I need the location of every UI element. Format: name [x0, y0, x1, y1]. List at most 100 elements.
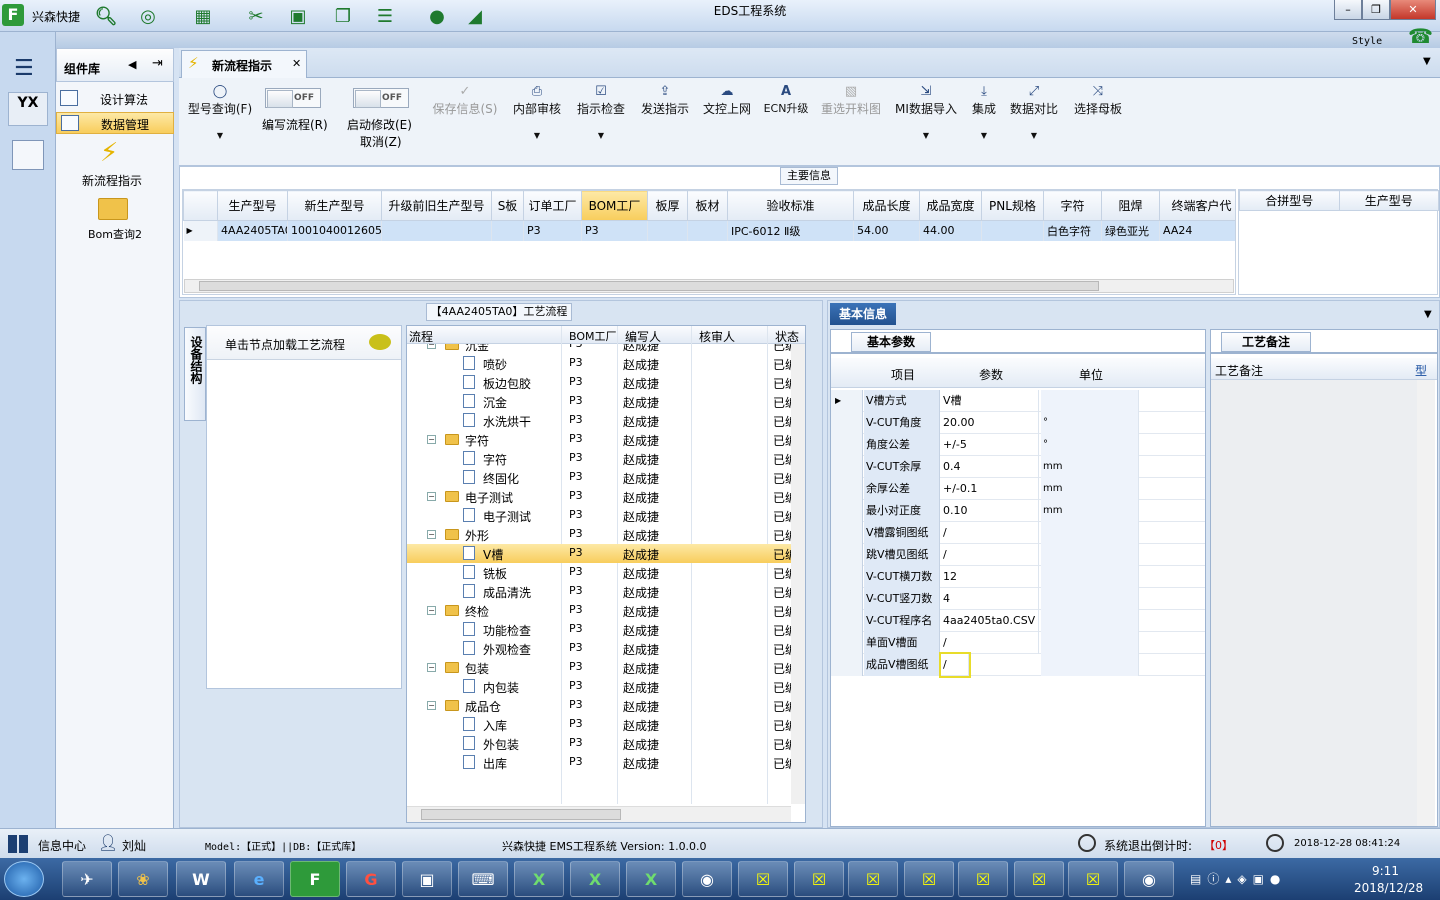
param-row[interactable]: 最小对正度 0.10 mm	[831, 500, 1205, 522]
col-item[interactable]: 项目	[891, 366, 915, 383]
param-row[interactable]: V槽露铜图纸 /	[831, 522, 1205, 544]
param-unit[interactable]: mm	[1041, 478, 1139, 500]
scissors-icon[interactable]: ✂	[243, 3, 269, 29]
collapse-toggle-icon[interactable]: −	[427, 344, 436, 349]
save-info-button[interactable]: ✓ 保存信息(S)	[429, 84, 501, 117]
main-col-header[interactable]: 生产型号	[217, 190, 288, 221]
col-writer[interactable]: 编写人	[625, 328, 661, 345]
param-row[interactable]: V-CUT余厚 0.4 mm	[831, 456, 1205, 478]
lightning-icon[interactable]: ⚡	[100, 138, 118, 168]
col-bom-factory[interactable]: BOM工厂	[569, 328, 617, 344]
user-icon[interactable]: ●	[424, 3, 450, 29]
main-cell[interactable]: 54.00	[853, 220, 920, 241]
eye-app-icon[interactable]: ◉	[1124, 861, 1174, 897]
main-cell[interactable]: IPC-6012 Ⅱ级	[727, 220, 854, 241]
tree-row[interactable]: − 字符 P3 赵成捷 已编写	[407, 430, 805, 449]
main-cell[interactable]	[981, 220, 1044, 241]
tab-new-flow[interactable]: ⚡ 新流程指示 ✕	[181, 50, 307, 78]
collapse-toggle-icon[interactable]: −	[427, 663, 436, 672]
main-cell[interactable]: P3	[581, 220, 648, 241]
tab-list-dropdown-icon[interactable]: ▼	[1423, 56, 1431, 67]
param-row[interactable]: 跳V槽见图纸 /	[831, 544, 1205, 566]
tray-time[interactable]: 9:11	[1372, 864, 1399, 878]
app-logo[interactable]: F	[2, 4, 24, 26]
tree-hscrollbar[interactable]	[407, 806, 791, 822]
param-value[interactable]: V槽	[941, 390, 1039, 412]
yx-module-icon[interactable]: YX	[8, 92, 48, 126]
g-app-icon[interactable]: G	[346, 861, 396, 897]
eds-app-icon[interactable]: F	[290, 861, 340, 897]
col-unit[interactable]: 单位	[1079, 366, 1103, 383]
param-unit[interactable]	[1041, 654, 1139, 676]
search-icon[interactable]: 🔍︎	[93, 3, 119, 29]
main-col-header[interactable]: 成品长度	[853, 190, 920, 221]
film-icon[interactable]: ▣	[285, 3, 311, 29]
ecn-upgrade-button[interactable]: A ECN升级	[761, 84, 811, 116]
main-cell[interactable]: 绿色亚光	[1101, 220, 1160, 241]
main-cell[interactable]	[491, 220, 524, 241]
tree-row[interactable]: 入库 P3 赵成捷 已编写	[407, 715, 805, 734]
param-unit[interactable]	[1041, 632, 1139, 654]
param-unit[interactable]	[1041, 588, 1139, 610]
internal-review-button[interactable]: ⎙ 内部审核 ▼	[509, 84, 565, 140]
start-modify-toggle[interactable]: OFF	[353, 88, 409, 108]
component-item-design[interactable]: 设计算法	[56, 88, 174, 110]
restore-button[interactable]: ❐	[1362, 0, 1390, 20]
tree-row[interactable]: 功能检查 P3 赵成捷 已编写	[407, 620, 805, 639]
param-row[interactable]: V-CUT竖刀数 4	[831, 588, 1205, 610]
reselect-button[interactable]: ▧ 重选开料图	[819, 84, 883, 117]
main-col-header[interactable]: 阻焊	[1101, 190, 1160, 221]
collapse-toggle-icon[interactable]: −	[427, 606, 436, 615]
collapse-left-icon[interactable]: ◀	[128, 58, 136, 71]
tree-row[interactable]: 水洗烘干 P3 赵成捷 已编写	[407, 411, 805, 430]
main-cell[interactable]: AA24	[1159, 220, 1235, 241]
select-board-button[interactable]: ⤨ 选择母板	[1071, 84, 1125, 117]
pin-icon[interactable]: ⇥	[152, 56, 163, 71]
param-row[interactable]: V-CUT横刀数 12	[831, 566, 1205, 588]
window-x-icon[interactable]: ☒	[738, 861, 788, 897]
main-cell[interactable]: 4AA2405TA0	[217, 220, 288, 241]
copy-icon[interactable]: ❐	[330, 3, 356, 29]
scroll-thumb[interactable]	[199, 281, 1099, 291]
main-col-header[interactable]: 升级前旧生产型号	[381, 190, 492, 221]
param-row[interactable]: V-CUT程序名 4aa2405ta0.CSV	[831, 610, 1205, 632]
params-tab[interactable]: 基本参数	[851, 332, 931, 352]
param-unit[interactable]	[1041, 610, 1139, 632]
param-unit[interactable]: °	[1041, 434, 1139, 456]
remarks-tab[interactable]: 工艺备注	[1221, 332, 1311, 352]
tree-row[interactable]: 板边包胶 P3 赵成捷 已编写	[407, 373, 805, 392]
param-row[interactable]: 角度公差 +/-5 °	[831, 434, 1205, 456]
report-icon[interactable]	[12, 140, 44, 170]
param-row[interactable]: 单面V槽面 /	[831, 632, 1205, 654]
col-reviewer[interactable]: 核审人	[699, 328, 735, 345]
tree-row[interactable]: 外包装 P3 赵成捷 已编写	[407, 734, 805, 753]
param-value[interactable]: 12	[941, 566, 1039, 588]
tree-row[interactable]: − 电子测试 P3 赵成捷 已编写	[407, 487, 805, 506]
param-value[interactable]: /	[941, 522, 1039, 544]
start-button[interactable]	[4, 861, 44, 897]
tree-vscrollbar[interactable]	[791, 344, 805, 804]
main-cell[interactable]	[687, 220, 728, 241]
collapse-toggle-icon[interactable]: −	[427, 530, 436, 539]
scroll-thumb[interactable]	[421, 809, 621, 820]
col-flow[interactable]: 流程	[409, 328, 433, 345]
window-x-icon[interactable]: ☒	[1068, 861, 1118, 897]
tree-row[interactable]: − 终检 P3 赵成捷 已编写	[407, 601, 805, 620]
style-dropdown[interactable]: Style	[1352, 36, 1382, 47]
param-row[interactable]: 成品V槽图纸 /	[831, 652, 1205, 678]
main-cell[interactable]: 44.00	[919, 220, 982, 241]
param-value[interactable]: 20.00	[941, 412, 1039, 434]
main-col-header[interactable]: 验收标准	[727, 190, 854, 221]
bom-query-label[interactable]: Bom查询2	[88, 226, 142, 242]
param-value[interactable]: 4	[941, 588, 1039, 610]
main-col-header[interactable]: BOM工厂	[581, 190, 648, 221]
data-compare-button[interactable]: ⤢ 数据对比 ▼	[1007, 84, 1061, 140]
main-hscrollbar[interactable]	[184, 279, 1234, 293]
col-status[interactable]: 状态	[775, 328, 799, 345]
excel-app-icon[interactable]: X	[626, 861, 676, 897]
ie-app-icon[interactable]: e	[234, 861, 284, 897]
tree-row[interactable]: − 沉金 P3 赵成捷 已编写	[407, 344, 805, 354]
col-remarks[interactable]: 工艺备注	[1215, 362, 1263, 379]
main-col-header[interactable]: 订单工厂	[523, 190, 582, 221]
main-cell[interactable]: 白色字符	[1043, 220, 1102, 241]
